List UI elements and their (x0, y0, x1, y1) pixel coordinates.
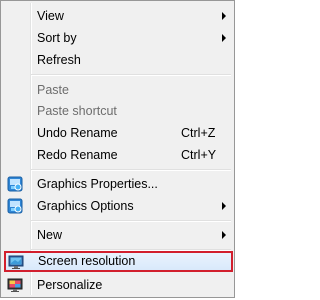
submenu-arrow-icon (222, 12, 226, 20)
menu-item-paste[interactable]: Paste (3, 79, 232, 101)
menu-item-sort-by[interactable]: Sort by (3, 27, 232, 49)
submenu-arrow-icon (222, 202, 226, 210)
menu-item-paste-shortcut[interactable]: Paste shortcut (3, 100, 232, 122)
menu-item-personalize[interactable]: Personalize (3, 274, 232, 296)
desktop-context-menu: View Sort by Refresh Paste Paste shortcu… (0, 0, 235, 298)
menu-item-label: Paste (37, 83, 69, 97)
submenu-arrow-icon (222, 231, 226, 239)
menu-item-redo-rename[interactable]: Redo Rename Ctrl+Y (3, 144, 232, 166)
menu-separator (31, 74, 231, 76)
menu-item-graphics-options[interactable]: Graphics Options (3, 195, 232, 217)
menu-item-label: Graphics Properties... (37, 177, 158, 191)
menu-separator (31, 249, 231, 251)
monitor-icon (8, 254, 24, 270)
menu-item-graphics-properties[interactable]: Graphics Properties... (3, 173, 232, 195)
menu-item-label: Screen resolution (38, 254, 136, 268)
menu-item-label: Sort by (37, 31, 77, 45)
menu-item-view[interactable]: View (3, 5, 232, 27)
intel-graphics-icon (7, 198, 23, 214)
submenu-arrow-icon (222, 34, 226, 42)
menu-separator (31, 169, 231, 171)
menu-item-label: Graphics Options (37, 199, 134, 213)
menu-item-label: Redo Rename (37, 148, 118, 162)
menu-item-label: View (37, 9, 64, 23)
menu-item-new[interactable]: New (3, 224, 232, 246)
personalize-icon (7, 277, 23, 293)
intel-graphics-icon (7, 176, 23, 192)
menu-item-undo-rename[interactable]: Undo Rename Ctrl+Z (3, 122, 232, 144)
menu-item-shortcut: Ctrl+Y (181, 148, 217, 162)
menu-item-label: Undo Rename (37, 126, 118, 140)
menu-item-screen-resolution[interactable]: Screen resolution (5, 252, 232, 271)
menu-item-label: Personalize (37, 278, 103, 292)
menu-separator (31, 220, 231, 222)
menu-item-shortcut: Ctrl+Z (181, 126, 216, 140)
menu-item-label: Paste shortcut (37, 104, 117, 118)
menu-item-label: New (37, 228, 63, 242)
menu-item-refresh[interactable]: Refresh (3, 49, 232, 71)
menu-item-label: Refresh (37, 53, 81, 67)
